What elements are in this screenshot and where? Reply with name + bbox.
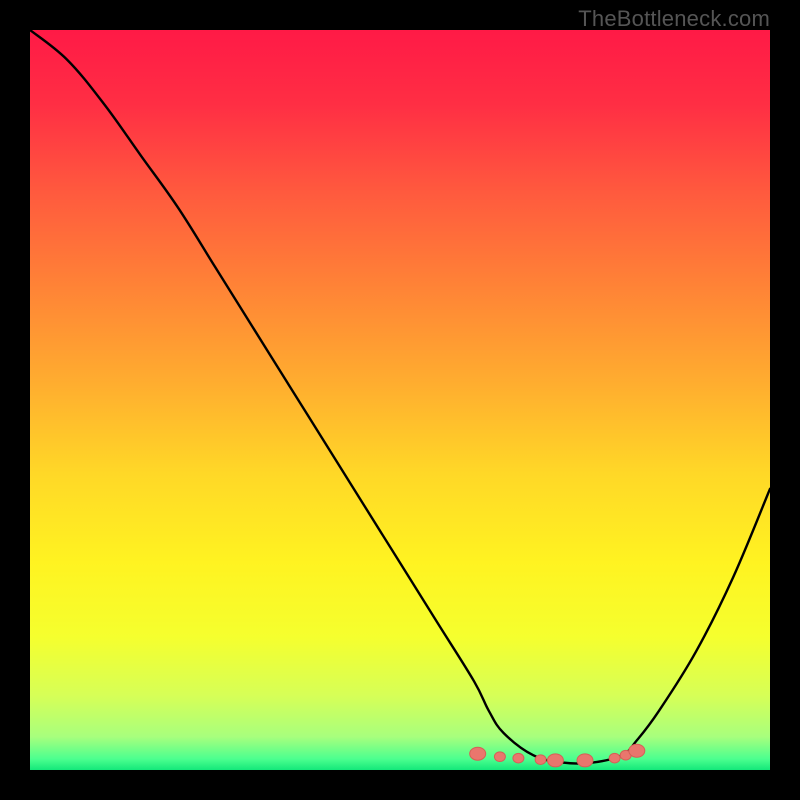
watermark-text: TheBottleneck.com	[578, 6, 770, 32]
optimal-marker	[547, 754, 563, 767]
bottleneck-curve	[30, 30, 770, 764]
optimal-marker	[494, 752, 505, 762]
chart-frame: TheBottleneck.com	[0, 0, 800, 800]
plot-area	[30, 30, 770, 770]
optimal-marker	[513, 753, 524, 763]
optimal-marker	[629, 744, 645, 757]
curve-layer	[30, 30, 770, 770]
optimal-marker-group	[470, 744, 645, 767]
optimal-marker	[577, 754, 593, 767]
optimal-marker	[470, 747, 486, 760]
optimal-marker	[609, 753, 620, 763]
optimal-marker	[535, 755, 546, 765]
